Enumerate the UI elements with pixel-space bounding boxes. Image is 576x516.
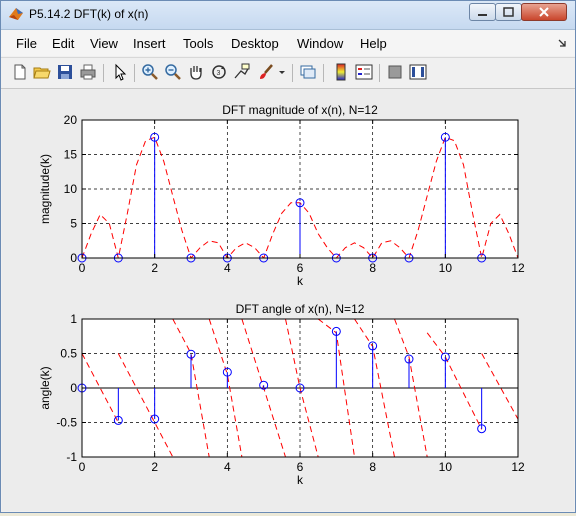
axes-2: 0 2 4 6 8 10 12 -1 -0.5 0 0.5 1 DFT angle of x(n), N… bbox=[38, 302, 525, 487]
x-tick-label: 4 bbox=[224, 261, 231, 275]
maximize-button[interactable] bbox=[495, 3, 522, 21]
x-axis-label: k bbox=[297, 473, 304, 487]
x-tick-label: 4 bbox=[224, 460, 231, 474]
menu-desktop[interactable]: Desktop bbox=[231, 36, 279, 51]
x-axis-label: k bbox=[297, 274, 304, 288]
svg-text:3: 3 bbox=[217, 70, 221, 77]
close-button[interactable] bbox=[521, 3, 567, 21]
matlab-logo-icon bbox=[9, 8, 23, 20]
y-tick-label: 1 bbox=[70, 312, 77, 326]
y-axis-label: angle(k) bbox=[38, 366, 52, 409]
zoom-in-icon[interactable] bbox=[141, 63, 159, 81]
y-tick-label: -1 bbox=[66, 450, 77, 464]
y-axis-label: magnitude(k) bbox=[38, 154, 52, 224]
figure-area: 0 2 4 6 8 10 12 0 5 10 15 20 DFT magnitude of x(n), … bbox=[2, 89, 574, 511]
x-tick-label: 12 bbox=[511, 261, 525, 275]
colorbar-icon[interactable] bbox=[332, 63, 350, 81]
x-tick-label: 8 bbox=[369, 261, 376, 275]
title-bar[interactable]: P5.14.2 DFT(k) of x(n) bbox=[1, 1, 575, 30]
save-icon[interactable] bbox=[56, 63, 74, 81]
y-tick-label: -0.5 bbox=[56, 416, 77, 430]
chart-title: DFT magnitude of x(n), N=12 bbox=[222, 103, 378, 117]
y-tick-label: 0 bbox=[70, 251, 77, 265]
link-plot-icon[interactable] bbox=[299, 63, 317, 81]
axes-1: 0 2 4 6 8 10 12 0 5 10 15 20 DFT magnitude of x(n), … bbox=[38, 103, 525, 288]
x-tick-label: 6 bbox=[297, 261, 304, 275]
x-tick-label: 8 bbox=[369, 460, 376, 474]
x-tick-label: 0 bbox=[79, 460, 86, 474]
x-tick-label: 6 bbox=[297, 460, 304, 474]
show-plot-tools-icon[interactable] bbox=[409, 63, 427, 81]
pointer-icon[interactable] bbox=[111, 63, 129, 81]
toolbar-separator bbox=[292, 64, 293, 82]
legend-icon[interactable] bbox=[355, 63, 373, 81]
zoom-out-icon[interactable] bbox=[164, 63, 182, 81]
window-title: P5.14.2 DFT(k) of x(n) bbox=[29, 7, 149, 21]
menu-insert[interactable]: Insert bbox=[133, 36, 166, 51]
figure-toolbar: 3 bbox=[1, 57, 575, 89]
x-tick-label: 12 bbox=[511, 460, 525, 474]
close-icon bbox=[539, 7, 549, 17]
maximize-icon bbox=[503, 7, 514, 17]
menu-window[interactable]: Window bbox=[297, 36, 343, 51]
toolbar-separator bbox=[323, 64, 324, 82]
plots-canvas: 0 2 4 6 8 10 1205101520DFT magnitude of x(n), … bbox=[38, 103, 525, 487]
toolbar-separator bbox=[134, 64, 135, 82]
chart-title: DFT angle of x(n), N=12 bbox=[236, 302, 365, 316]
menu-bar: File Edit View Insert Tools Desktop Wind… bbox=[1, 30, 575, 56]
y-tick-label: 20 bbox=[64, 113, 78, 127]
menu-edit[interactable]: Edit bbox=[52, 36, 74, 51]
hide-plot-tools-icon[interactable] bbox=[386, 63, 404, 81]
menu-help[interactable]: Help bbox=[360, 36, 387, 51]
x-tick-label: 2 bbox=[151, 261, 158, 275]
brush-icon[interactable] bbox=[257, 63, 275, 81]
menu-file[interactable]: File bbox=[16, 36, 37, 51]
figure-window: P5.14.2 DFT(k) of x(n) File Edit View In… bbox=[0, 0, 576, 513]
rotate-3d-icon[interactable]: 3 bbox=[210, 63, 228, 81]
dock-arrow-icon[interactable] bbox=[557, 38, 567, 48]
y-tick-label: 0 bbox=[70, 381, 77, 395]
open-folder-icon[interactable] bbox=[33, 63, 51, 81]
x-tick-label: 2 bbox=[151, 460, 158, 474]
y-tick-label: 10 bbox=[64, 182, 78, 196]
new-file-icon[interactable] bbox=[11, 63, 29, 81]
brush-dropdown-icon[interactable] bbox=[277, 63, 287, 81]
x-tick-label: 10 bbox=[439, 460, 453, 474]
print-icon[interactable] bbox=[79, 63, 97, 81]
menu-view[interactable]: View bbox=[90, 36, 118, 51]
data-cursor-icon[interactable] bbox=[233, 63, 251, 81]
y-tick-label: 5 bbox=[70, 217, 77, 231]
pan-hand-icon[interactable] bbox=[187, 63, 205, 81]
toolbar-separator bbox=[103, 64, 104, 82]
y-tick-label: 15 bbox=[64, 148, 78, 162]
minimize-button[interactable] bbox=[469, 3, 496, 21]
y-tick-label: 0.5 bbox=[60, 347, 77, 361]
minimize-icon bbox=[478, 14, 487, 16]
menu-tools[interactable]: Tools bbox=[183, 36, 213, 51]
x-tick-label: 10 bbox=[439, 261, 453, 275]
x-tick-label: 0 bbox=[79, 261, 86, 275]
toolbar-separator bbox=[379, 64, 380, 82]
